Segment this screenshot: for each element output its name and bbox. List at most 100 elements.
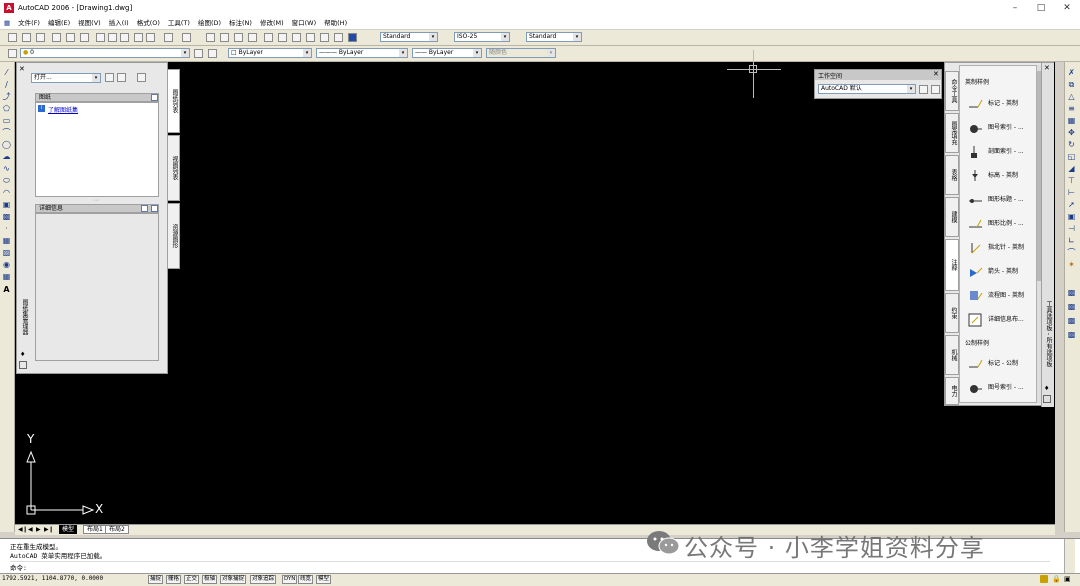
autocad-app-icon[interactable]: A — [4, 3, 14, 13]
tab-command-tools[interactable]: 命令工具 — [945, 71, 959, 111]
zoom-window-icon[interactable] — [234, 33, 243, 42]
workspace-combo[interactable]: AutoCAD 默认 ▾ — [818, 84, 916, 94]
first-tab-arrow-icon[interactable]: ◀❙ — [18, 526, 28, 533]
design-center-icon[interactable] — [278, 33, 287, 42]
ellipse-arc-icon[interactable]: ◠ — [2, 188, 11, 197]
palette-close-icon[interactable]: ✕ — [19, 65, 27, 73]
ortho-toggle[interactable]: 正交 — [184, 575, 200, 584]
text-style-combo[interactable]: Standard ▾ — [380, 32, 438, 42]
new-icon[interactable] — [8, 33, 17, 42]
menu-view[interactable]: 视图(V) — [74, 17, 105, 29]
array-icon[interactable]: ▦ — [1067, 116, 1076, 125]
plot-style-combo[interactable]: 随颜色 ▾ — [486, 48, 556, 58]
zoom-realtime-icon[interactable] — [220, 33, 229, 42]
sheet-set-open-combo[interactable]: 打开... ▾ — [31, 73, 101, 83]
menu-dimension[interactable]: 标注(N) — [225, 17, 256, 29]
linetype-combo[interactable]: ——— ByLayer ▾ — [316, 48, 408, 58]
menu-format[interactable]: 格式(O) — [133, 17, 164, 29]
draw-order-icon[interactable]: ▩ — [1067, 288, 1076, 297]
tool-palette-close-icon[interactable]: ✕ — [1044, 64, 1050, 72]
redo-icon[interactable] — [182, 33, 191, 42]
undo-icon[interactable] — [164, 33, 173, 42]
layer-previous-icon[interactable] — [208, 49, 217, 58]
lineweight-combo[interactable]: —— ByLayer ▾ — [412, 48, 482, 58]
workspace-lock-icon[interactable] — [931, 85, 940, 94]
zoom-previous-icon[interactable] — [248, 33, 257, 42]
circle-icon[interactable]: ◯ — [2, 140, 11, 149]
tab-constraints[interactable]: 约束 — [945, 293, 959, 333]
mirror-icon[interactable]: △ — [1067, 92, 1076, 101]
make-block-icon[interactable]: ▩ — [2, 212, 11, 221]
rectangle-icon[interactable]: ▭ — [2, 116, 11, 125]
tab-electrical[interactable]: 电力 — [945, 377, 959, 405]
save-icon[interactable] — [36, 33, 45, 42]
send-under-icon[interactable]: ▩ — [1067, 330, 1076, 339]
bring-above-icon[interactable]: ▩ — [1067, 316, 1076, 325]
tool-item[interactable]: 图形比例 - ... — [968, 214, 1036, 234]
quickcalc-icon[interactable] — [334, 33, 343, 42]
stretch-icon[interactable]: ◢ — [1067, 164, 1076, 173]
dyn-toggle[interactable]: DYN — [282, 575, 298, 584]
otrack-toggle[interactable]: 对象追踪 — [250, 575, 277, 584]
copy-object-icon[interactable]: ⧉ — [1067, 80, 1076, 89]
spline-icon[interactable]: ∿ — [2, 164, 11, 173]
tool-item[interactable]: 流程图 - 英制 — [968, 286, 1036, 306]
dim-style-combo[interactable]: ISO-25 ▾ — [454, 32, 510, 42]
paste-icon[interactable] — [120, 33, 129, 42]
coordinates-readout[interactable]: 1792.5921, 1104.8770, 0.0000 — [2, 575, 103, 582]
sheet-set-manager-icon[interactable] — [306, 33, 315, 42]
gradient-icon[interactable]: ▨ — [2, 248, 11, 257]
tool-item[interactable]: 详细信息布... — [968, 310, 1036, 330]
prev-tab-arrow-icon[interactable]: ◀ — [28, 526, 33, 533]
copy-icon[interactable] — [108, 33, 117, 42]
multiline-text-icon[interactable]: A — [2, 285, 11, 294]
table-style-combo[interactable]: Standard ▾ — [526, 32, 582, 42]
construction-line-icon[interactable]: ∕ — [2, 80, 11, 89]
menu-help[interactable]: 帮助(H) — [320, 17, 351, 29]
command-scrollbar[interactable] — [1064, 539, 1075, 573]
break-at-point-icon[interactable]: ➚ — [1067, 200, 1076, 209]
cut-icon[interactable] — [96, 33, 105, 42]
sheet-set-button-1-icon[interactable] — [105, 73, 114, 82]
tool-item[interactable]: 剖面索引 - ... — [968, 142, 1036, 162]
tab-tables[interactable]: 表格 — [945, 155, 959, 195]
arc-icon[interactable]: ⌒ — [2, 128, 11, 137]
toolbar-lock-icon[interactable]: 🔒 — [1052, 575, 1061, 583]
minimize-button[interactable]: – — [1004, 2, 1026, 15]
line-icon[interactable]: ⁄ — [2, 68, 11, 77]
polyline-icon[interactable]: ⤴ — [2, 92, 11, 101]
layer-manager-icon[interactable] — [8, 49, 17, 58]
splitter-grip[interactable]: ⋯ — [93, 197, 99, 204]
tool-item[interactable]: 标记 - 公制 — [968, 354, 1036, 374]
details-collapse-icon[interactable] — [151, 205, 158, 212]
make-layer-current-icon[interactable] — [194, 49, 203, 58]
palette-properties-icon[interactable] — [19, 361, 27, 369]
communication-center-icon[interactable] — [1040, 575, 1048, 583]
tab-annotation[interactable]: 注释 — [945, 239, 959, 291]
sheets-collapse-icon[interactable] — [151, 94, 158, 101]
plot-icon[interactable] — [52, 33, 61, 42]
palette-autohide-icon[interactable]: ♦ — [20, 351, 25, 358]
trim-icon[interactable]: ⊤ — [1067, 176, 1076, 185]
tab-model[interactable]: 模型 — [59, 525, 78, 534]
next-tab-arrow-icon[interactable]: ▶ — [36, 526, 41, 533]
lineweight-toggle[interactable]: 线宽 — [298, 575, 314, 584]
workspace-settings-icon[interactable] — [919, 85, 928, 94]
properties-icon[interactable] — [264, 33, 273, 42]
extend-icon[interactable]: ⊢ — [1067, 188, 1076, 197]
pan-icon[interactable] — [206, 33, 215, 42]
join-icon[interactable]: ⊣ — [1067, 224, 1076, 233]
tab-modeling[interactable]: 建模 — [945, 197, 959, 237]
tool-item[interactable]: 指北针 - 英制 — [968, 238, 1036, 258]
open-icon[interactable] — [22, 33, 31, 42]
color-combo[interactable]: □ ByLayer ▾ — [228, 48, 312, 58]
close-button[interactable]: ✕ — [1056, 2, 1078, 15]
tool-palettes-icon[interactable] — [292, 33, 301, 42]
sheet-set-button-2-icon[interactable] — [117, 73, 126, 82]
last-tab-arrow-icon[interactable]: ▶❙ — [44, 526, 54, 533]
rotate-icon[interactable]: ↻ — [1067, 140, 1076, 149]
point-icon[interactable]: · — [2, 224, 11, 233]
erase-icon[interactable]: ✗ — [1067, 68, 1076, 77]
fillet-icon[interactable]: ⌒ — [1067, 248, 1076, 257]
tool-item[interactable]: 箭头 - 英制 — [968, 262, 1036, 282]
